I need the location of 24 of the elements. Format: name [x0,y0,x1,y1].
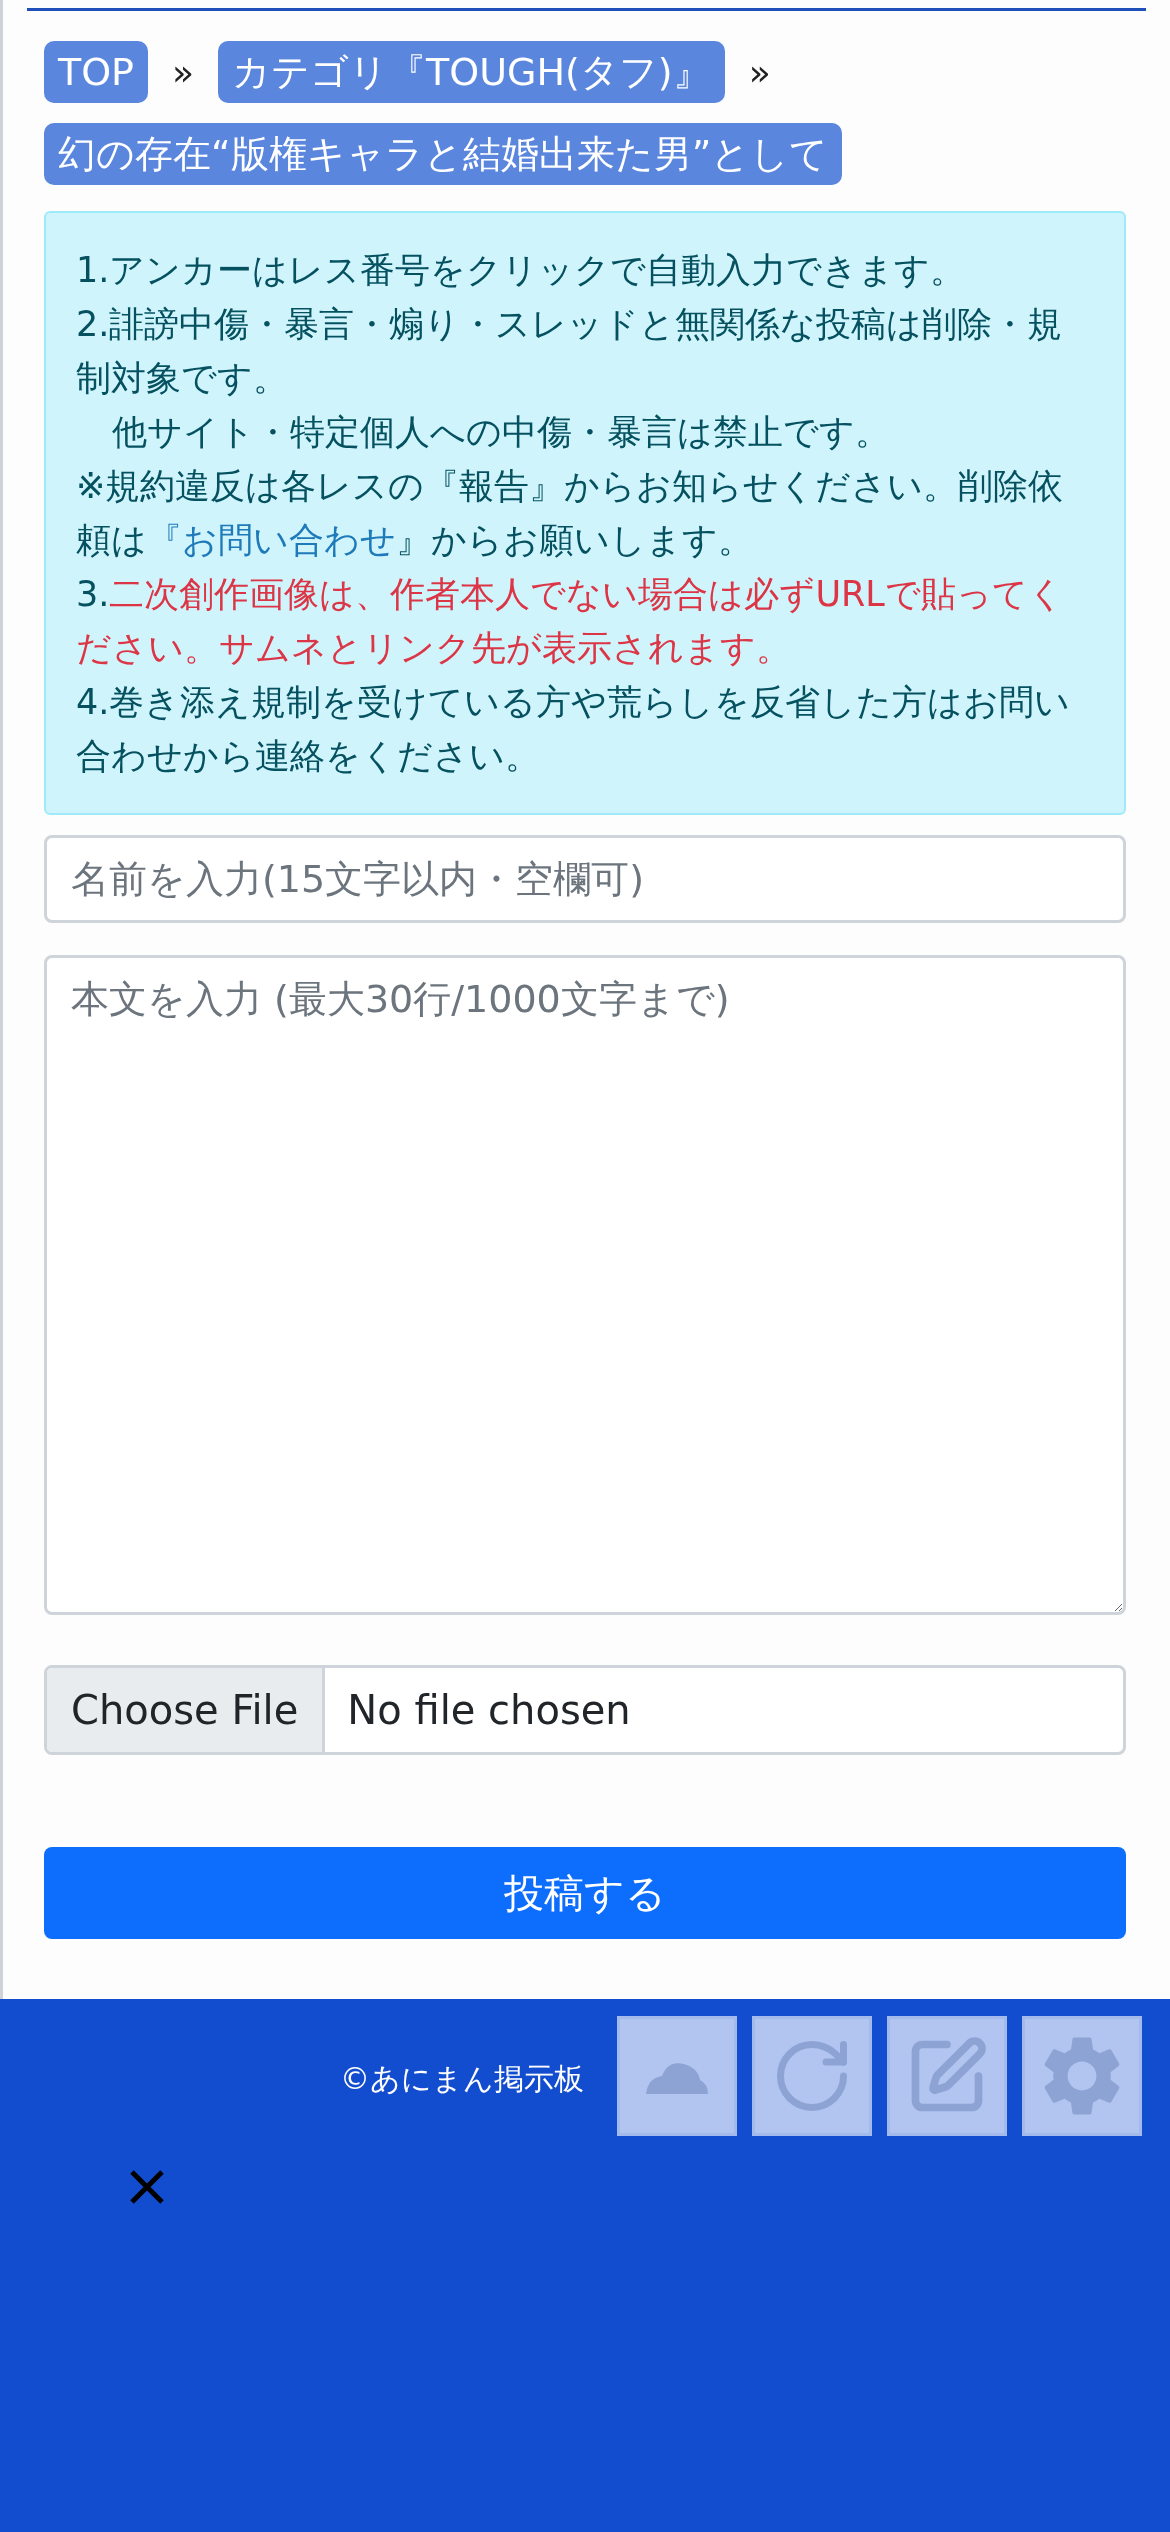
choose-file-button[interactable]: Choose File [47,1668,326,1752]
settings-button[interactable] [1022,2016,1142,2136]
body-field[interactable]: 本文を入力 (最大30行/1000文字まで) [44,955,1126,1615]
breadcrumb-separator: » [748,51,771,93]
name-field[interactable]: 名前を入力(15文字以内・空欄可) [44,835,1126,923]
submit-button[interactable]: 投稿する [44,1847,1126,1939]
cloud-button[interactable] [617,2016,737,2136]
notice-text: 他サイト・特定個人への中傷・暴言は禁止です。 [111,411,891,454]
breadcrumb-link[interactable]: TOP [44,41,149,103]
notice-text: ※規約違反は各レスの『報告』からお知らせください。削除依頼は『お問い合わせ』からお願いします。 [76,465,1065,562]
file-status: No file chosen [346,1686,631,1735]
breadcrumb-link[interactable]: 幻の存在“版権キャラと結婚出来た男”として [44,123,843,185]
notice-text: 2.誹謗中傷・暴言・煽り・スレッドと無関係な投稿は削除・規制対象です。 [76,303,1064,400]
copyright-text: ©あにまん掲示板 [340,2060,584,2098]
notice-text: 3.二次創作画像は、作者本人でない場合は必ずURLで貼ってください。サムネとリンク先が表示されます。 [76,573,1065,670]
close-icon[interactable] [128,2168,166,2206]
reload-button[interactable] [752,2016,872,2136]
edit-button[interactable] [887,2016,1007,2136]
file-field[interactable]: Choose File No file chosen [44,1665,1126,1755]
breadcrumb-link[interactable]: カテゴリ『TOUGH(タフ)』 [218,41,725,103]
contact-link[interactable]: 『お問い合わせ [147,520,396,560]
breadcrumb-separator: » [172,51,195,93]
notice-text: 4.巻き添え規制を受けている方や荒らしを反省した方はお問い合わせから連絡をください。 [76,681,1072,778]
notice-text: 1.アンカーはレス番号をクリックで自動入力できます。 [76,249,967,292]
